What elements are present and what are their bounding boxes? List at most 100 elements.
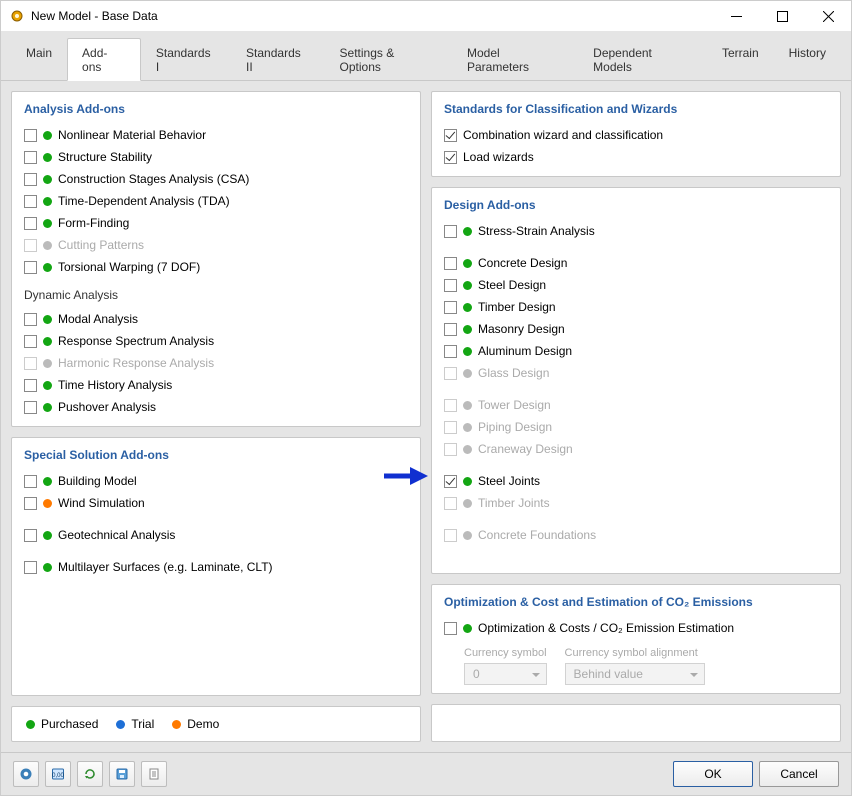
checkbox <box>444 399 457 412</box>
status-dot-icon <box>43 477 52 486</box>
status-dot-icon <box>43 337 52 346</box>
panel-design-addons: Design Add-ons Stress-Strain Analysis Co… <box>431 187 841 574</box>
app-icon <box>9 8 25 24</box>
close-button[interactable] <box>805 1 851 31</box>
tab-settings-options[interactable]: Settings & Options <box>325 38 452 81</box>
checkbox[interactable] <box>24 475 37 488</box>
status-dot-icon <box>43 315 52 324</box>
panel-special-addons: Special Solution Add-ons Building Model … <box>11 437 421 696</box>
cancel-button[interactable]: Cancel <box>759 761 839 787</box>
legend-label: Trial <box>131 717 154 731</box>
status-dot-icon <box>172 720 181 729</box>
status-dot-icon <box>43 563 52 572</box>
legend-panel: Purchased Trial Demo <box>11 706 421 742</box>
status-dot-icon <box>463 531 472 540</box>
panel-title: Special Solution Add-ons <box>24 448 408 462</box>
checkbox[interactable] <box>444 151 457 164</box>
addon-label: Steel Joints <box>478 474 540 488</box>
panel-title: Standards for Classification and Wizards <box>444 102 828 116</box>
checkbox[interactable] <box>24 151 37 164</box>
status-dot-icon <box>463 499 472 508</box>
status-dot-icon <box>463 477 472 486</box>
addon-label: Timber Design <box>478 300 556 314</box>
checkbox-steel-joints[interactable] <box>444 475 457 488</box>
status-dot-icon <box>43 131 52 140</box>
checkbox[interactable] <box>24 173 37 186</box>
checkbox[interactable] <box>444 279 457 292</box>
checkbox[interactable] <box>24 313 37 326</box>
minimize-button[interactable] <box>713 1 759 31</box>
panel-title: Optimization & Cost and Estimation of CO… <box>444 595 828 609</box>
status-dot-icon <box>43 403 52 412</box>
select-value: 0 <box>473 667 480 681</box>
checkbox[interactable] <box>444 225 457 238</box>
checkbox[interactable] <box>444 301 457 314</box>
tab-standards-2[interactable]: Standards II <box>231 38 324 81</box>
checkbox[interactable] <box>444 622 457 635</box>
tab-main[interactable]: Main <box>11 38 67 81</box>
checkbox[interactable] <box>444 323 457 336</box>
addon-label: Timber Joints <box>478 496 550 510</box>
tab-standards-1[interactable]: Standards I <box>141 38 231 81</box>
option-label: Load wizards <box>463 150 534 164</box>
status-dot-icon <box>43 359 52 368</box>
select-value: Behind value <box>574 667 643 681</box>
status-dot-icon <box>43 381 52 390</box>
field-label: Currency symbol <box>464 647 547 659</box>
status-dot-icon <box>43 499 52 508</box>
checkbox <box>444 367 457 380</box>
checkbox <box>24 357 37 370</box>
status-dot-icon <box>463 445 472 454</box>
tab-bar: Main Add-ons Standards I Standards II Se… <box>1 31 851 81</box>
tab-terrain[interactable]: Terrain <box>707 38 774 81</box>
save-button[interactable] <box>109 761 135 787</box>
addon-label: Pushover Analysis <box>58 400 156 414</box>
addon-label: Concrete Design <box>478 256 567 270</box>
report-button[interactable] <box>141 761 167 787</box>
checkbox[interactable] <box>24 217 37 230</box>
checkbox[interactable] <box>24 379 37 392</box>
checkbox[interactable] <box>24 195 37 208</box>
addon-label: Time History Analysis <box>58 378 172 392</box>
status-dot-icon <box>463 401 472 410</box>
status-dot-icon <box>43 263 52 272</box>
addon-label: Wind Simulation <box>58 496 145 510</box>
addon-label: Optimization & Costs / CO₂ Emission Esti… <box>478 621 734 635</box>
ok-button[interactable]: OK <box>673 761 753 787</box>
help-button[interactable] <box>13 761 39 787</box>
bottom-bar: 0,00 OK Cancel <box>1 752 851 795</box>
panel-analysis-addons: Analysis Add-ons Nonlinear Material Beha… <box>11 91 421 427</box>
status-dot-icon <box>26 720 35 729</box>
tab-model-parameters[interactable]: Model Parameters <box>452 38 578 81</box>
checkbox[interactable] <box>24 401 37 414</box>
units-button[interactable]: 0,00 <box>45 761 71 787</box>
addon-label: Masonry Design <box>478 322 565 336</box>
checkbox[interactable] <box>444 345 457 358</box>
checkbox[interactable] <box>24 529 37 542</box>
addon-label: Form-Finding <box>58 216 129 230</box>
status-dot-icon <box>463 303 472 312</box>
status-dot-icon <box>463 227 472 236</box>
currency-symbol-select: 0 <box>464 663 547 685</box>
checkbox <box>444 421 457 434</box>
checkbox[interactable] <box>444 129 457 142</box>
checkbox[interactable] <box>24 129 37 142</box>
checkbox[interactable] <box>24 261 37 274</box>
tab-addons[interactable]: Add-ons <box>67 38 141 81</box>
checkbox[interactable] <box>24 335 37 348</box>
status-dot-icon <box>463 347 472 356</box>
maximize-button[interactable] <box>759 1 805 31</box>
checkbox[interactable] <box>444 257 457 270</box>
addon-label: Response Spectrum Analysis <box>58 334 214 348</box>
checkbox <box>444 443 457 456</box>
refresh-button[interactable] <box>77 761 103 787</box>
checkbox[interactable] <box>24 561 37 574</box>
panel-title: Design Add-ons <box>444 198 828 212</box>
addon-label: Geotechnical Analysis <box>58 528 175 542</box>
addon-label: Piping Design <box>478 420 552 434</box>
addon-label: Multilayer Surfaces (e.g. Laminate, CLT) <box>58 560 273 574</box>
tab-dependent-models[interactable]: Dependent Models <box>578 38 707 81</box>
tab-history[interactable]: History <box>774 38 841 81</box>
addon-label: Stress-Strain Analysis <box>478 224 595 238</box>
checkbox[interactable] <box>24 497 37 510</box>
